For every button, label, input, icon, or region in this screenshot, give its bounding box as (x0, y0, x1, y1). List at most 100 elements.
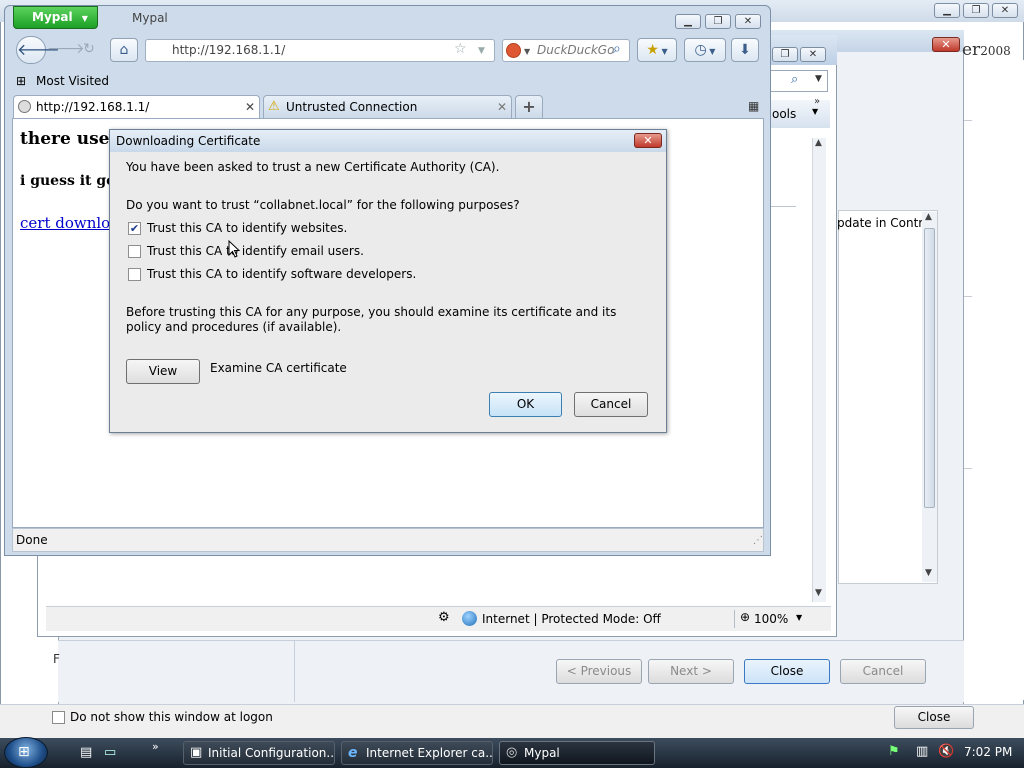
trust-software-checkbox[interactable] (128, 268, 141, 281)
trust-websites-label[interactable]: Trust this CA to identify websites. (147, 221, 347, 235)
bookmarks-toolbar: ⊞ Most Visited (12, 70, 767, 92)
home-icon: ⌂ (119, 42, 129, 58)
cancel-button[interactable]: Cancel (574, 392, 648, 417)
resize-grip-icon[interactable]: ⋰ (753, 530, 763, 552)
zoom-icon: ⊕ (740, 610, 751, 624)
search-box[interactable]: ▼ DuckDuckGo ⌕ (502, 39, 630, 62)
reload-button[interactable]: ↻ (75, 38, 103, 62)
trust-email-checkbox[interactable] (128, 245, 141, 258)
tab-label: Untrusted Connection (286, 100, 418, 114)
tab-list-icon[interactable]: ▦ (748, 99, 759, 113)
inner-scrollbar[interactable]: ▲ ▼ (922, 212, 937, 582)
chevron-down-icon[interactable]: ▼ (524, 41, 530, 62)
chevron-down-icon[interactable]: ▼ (812, 107, 818, 116)
clock[interactable]: 7:02 PM (964, 745, 1012, 759)
minimize-button[interactable]: ▁ (675, 14, 701, 29)
view-label: Examine CA certificate (210, 361, 347, 375)
wizard-cancel-button[interactable]: Cancel (840, 659, 926, 684)
taskbar-item-mypal[interactable]: ◎ Mypal (499, 741, 655, 765)
config-icon: ▣ (190, 745, 203, 760)
close-button[interactable]: ✕ (735, 14, 761, 29)
divider (964, 468, 972, 469)
downloads-button[interactable]: ⬇ (731, 38, 759, 62)
dont-show-label: Do not show this window at logon (70, 710, 273, 724)
app-button-label: Mypal (32, 10, 73, 24)
tab-label: http://192.168.1.1/ (36, 100, 150, 114)
tab-close-icon[interactable]: ✕ (245, 96, 255, 118)
footer-close-button[interactable]: Close (894, 706, 974, 729)
tab-192-168-1-1[interactable]: http://192.168.1.1/ ✕ (13, 95, 260, 119)
ie-content-area (770, 128, 836, 598)
scroll-down-icon[interactable]: ▼ (815, 588, 822, 598)
scroll-up-icon[interactable]: ▲ (815, 138, 822, 148)
new-tab-button[interactable]: + (515, 95, 543, 119)
zone-status[interactable]: Internet | Protected Mode: Off (482, 612, 661, 626)
globe-icon (462, 611, 477, 626)
bg-minimize-button[interactable]: ▁ (934, 3, 960, 18)
bg-maximize-button[interactable]: ❐ (963, 3, 989, 18)
divider (734, 610, 735, 628)
previous-button[interactable]: < Previous (556, 659, 642, 684)
reload-icon: ↻ (83, 41, 95, 57)
zoom-level[interactable]: 100% (754, 612, 788, 626)
mypal-icon: ◎ (506, 745, 518, 760)
trust-websites-checkbox[interactable]: ✔ (128, 222, 141, 235)
wizard-right-pane (964, 60, 1024, 700)
scroll-up-icon[interactable]: ▲ (925, 212, 932, 222)
taskbar-item-initial-configuration[interactable]: ▣ Initial Configuration... (183, 741, 335, 765)
home-button[interactable]: ⌂ (110, 38, 138, 62)
next-button[interactable]: Next > (648, 659, 734, 684)
scroll-thumb[interactable] (924, 228, 935, 508)
chevron-down-icon: ▼ (81, 14, 88, 23)
tab-untrusted-connection[interactable]: ⚠ Untrusted Connection ✕ (263, 95, 512, 119)
brand-text: er2008 (962, 40, 1011, 60)
trust-email-label[interactable]: Trust this CA to identify email users. (147, 244, 364, 258)
ok-button[interactable]: OK (489, 392, 562, 417)
scroll-down-icon[interactable]: ▼ (925, 568, 932, 578)
ie-command-bar: ools ▼ » (770, 96, 830, 128)
truncated-label: F (53, 652, 60, 666)
chevron-down-icon[interactable]: ▼ (815, 74, 822, 84)
dialog-close-button[interactable]: ✕ (634, 133, 662, 148)
bg-close-button[interactable]: ✕ (992, 3, 1018, 18)
mypal-app-menu-button[interactable]: Mypal ▼ (13, 6, 98, 29)
tools-menu[interactable]: ools (772, 107, 796, 121)
url-bar[interactable]: http://192.168.1.1/ ☆ ▼ (145, 39, 495, 62)
ie-scrollbar[interactable]: ▲ ▼ (812, 138, 826, 602)
trust-software-label[interactable]: Trust this CA to identify software devel… (147, 267, 416, 281)
wizard-close-icon[interactable]: ✕ (932, 37, 960, 52)
tab-close-icon[interactable]: ✕ (497, 96, 507, 118)
page-heading-2: i guess it got (20, 173, 122, 189)
start-button[interactable]: ⊞ (4, 737, 48, 768)
mouse-cursor-icon (228, 240, 240, 258)
checkmark-icon: ✔ (129, 222, 140, 235)
dont-show-checkbox[interactable] (52, 711, 65, 724)
divider (964, 120, 972, 121)
search-icon: ⌕ (791, 72, 799, 87)
back-button[interactable]: 🡐 (16, 36, 60, 64)
bookmarks-button[interactable]: ★ ▼ (637, 38, 677, 62)
taskbar-item-internet-explorer[interactable]: e Internet Explorer ca... (341, 741, 493, 765)
view-button[interactable]: View (126, 359, 200, 384)
ie-close-button[interactable]: ✕ (800, 47, 826, 62)
wizard-close-button[interactable]: Close (744, 659, 830, 684)
forward-button[interactable]: 🡒 (47, 38, 85, 62)
display-icon[interactable]: ▥ (916, 744, 928, 759)
chevron-down-icon[interactable]: ▼ (796, 613, 802, 622)
dialog-question: Do you want to trust “collabnet.local” f… (126, 198, 520, 212)
maximize-button[interactable]: ❐ (705, 14, 731, 29)
chevron-down-icon[interactable]: ▼ (478, 41, 485, 62)
speaker-muted-icon[interactable]: 🔇 (938, 744, 954, 759)
search-icon[interactable]: ⌕ (613, 39, 621, 60)
divider (770, 206, 796, 207)
chevron-right-icon[interactable]: » (814, 96, 820, 107)
show-desktop-icon[interactable]: ▭ (104, 745, 116, 760)
chevron-right-icon[interactable]: » (152, 740, 159, 753)
ie-search-box[interactable]: ⌕ ▼ (770, 70, 828, 92)
server-manager-icon[interactable]: ▤ (80, 745, 92, 760)
network-icon[interactable]: ⚑ (888, 744, 900, 759)
ie-restore-button[interactable]: ❐ (772, 47, 798, 62)
star-icon[interactable]: ☆ (454, 39, 467, 60)
most-visited-folder[interactable]: Most Visited (36, 70, 109, 92)
history-button[interactable]: ◷ ▼ (684, 38, 726, 62)
